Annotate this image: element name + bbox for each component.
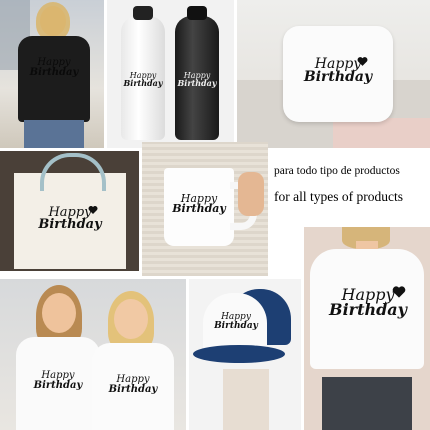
trucker-cap-photo: Happy Birthday	[189, 279, 301, 430]
black-bottle-print: Happy Birthday	[177, 71, 217, 88]
black-tshirt-photo: Happy Birthday	[0, 0, 104, 148]
jeans	[322, 377, 412, 430]
tshirt-print: Happy Birthday	[29, 57, 79, 78]
heart-icon	[392, 286, 406, 298]
mannequin-neck	[223, 369, 269, 430]
right-tshirt-print: Happy Birthday	[108, 374, 158, 395]
tote-handle	[40, 153, 106, 191]
cap-brim	[193, 345, 285, 363]
heart-icon	[357, 57, 368, 66]
hand	[238, 172, 264, 216]
tote-bag-photo: Happy Birthday	[0, 151, 139, 271]
black-bottle-cap	[187, 6, 207, 20]
black-tshirt	[18, 36, 90, 122]
pillow-photo: Happy Birthday	[237, 0, 430, 148]
mug-photo: Happy Birthday	[142, 142, 268, 276]
caption-spanish: para todo tipo de productos	[274, 165, 400, 177]
tote-print: Happy Birthday	[38, 205, 102, 233]
person-right-face	[114, 299, 148, 339]
heart-icon	[88, 206, 98, 214]
person-left-face	[42, 293, 76, 333]
left-tshirt-print: Happy Birthday	[33, 370, 83, 391]
pillow-print: Happy Birthday	[303, 56, 373, 86]
two-tshirts-photo: Happy Birthday Happy Birthday	[0, 279, 186, 430]
white-bottle-print: Happy Birthday	[123, 71, 163, 88]
caption-english: for all types of products	[274, 189, 403, 204]
water-bottles-photo: Happy Birthday Happy Birthday	[107, 0, 234, 148]
white-bottle-cap	[133, 6, 153, 20]
cap-print: Happy Birthday	[214, 312, 258, 331]
person-hair	[36, 2, 70, 40]
crop-tshirt-photo: Happy Birthday	[304, 227, 430, 430]
jeans	[24, 120, 84, 148]
throw-blanket	[333, 118, 430, 148]
mug-print: Happy Birthday	[172, 192, 226, 216]
